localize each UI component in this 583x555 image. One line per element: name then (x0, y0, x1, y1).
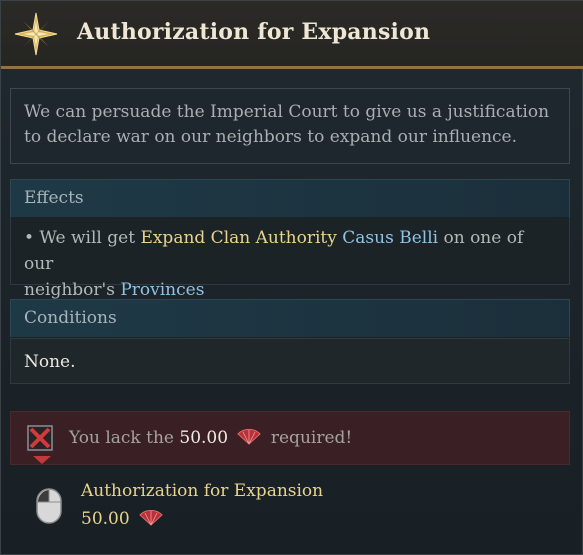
provinces-link[interactable]: Provinces (120, 280, 204, 300)
effects-heading: Effects (10, 179, 570, 217)
decision-description: We can persuade the Imperial Court to gi… (10, 88, 570, 164)
description-line-2: to declare war on our neighbors to expan… (24, 127, 518, 147)
action-cost: 50.00 (81, 509, 167, 529)
warning-prefix: You lack the (69, 428, 174, 448)
decision-tooltip: Authorization for Expansion We can persu… (0, 0, 583, 555)
conditions-value: None. (10, 338, 570, 384)
action-cost-value: 50.00 (81, 509, 130, 529)
warning-suffix: required! (270, 428, 353, 448)
description-line-1: We can persuade the Imperial Court to gi… (24, 102, 550, 122)
conditions-heading: Conditions (10, 299, 570, 337)
warning-message: You lack the 50.00 required! (69, 428, 352, 448)
effects-line2-prefix: neighbor's (24, 280, 115, 300)
effects-body: • We will get Expand Clan Authority Casu… (10, 217, 570, 300)
warning-pointer (33, 456, 51, 464)
tooltip-header: Authorization for Expansion (1, 1, 583, 69)
casus-belli-link[interactable]: Casus Belli (342, 228, 438, 248)
requirement-warning: You lack the 50.00 required! (10, 411, 570, 465)
effects-prefix: • We will get (24, 228, 136, 248)
fan-currency-icon (237, 429, 262, 445)
action-hint[interactable]: Authorization for Expansion 50.00 (1, 479, 583, 539)
authority-link[interactable]: Expand Clan Authority (140, 228, 336, 248)
compass-star-icon (14, 12, 58, 56)
effects-line-1: • We will get Expand Clan Authority Casu… (24, 225, 556, 277)
fan-currency-icon (139, 510, 163, 526)
warning-amount: 50.00 (179, 428, 229, 448)
mouse-left-click-icon (36, 488, 62, 524)
action-name: Authorization for Expansion (81, 481, 324, 501)
cancel-icon (27, 425, 53, 451)
page-title: Authorization for Expansion (77, 19, 431, 45)
